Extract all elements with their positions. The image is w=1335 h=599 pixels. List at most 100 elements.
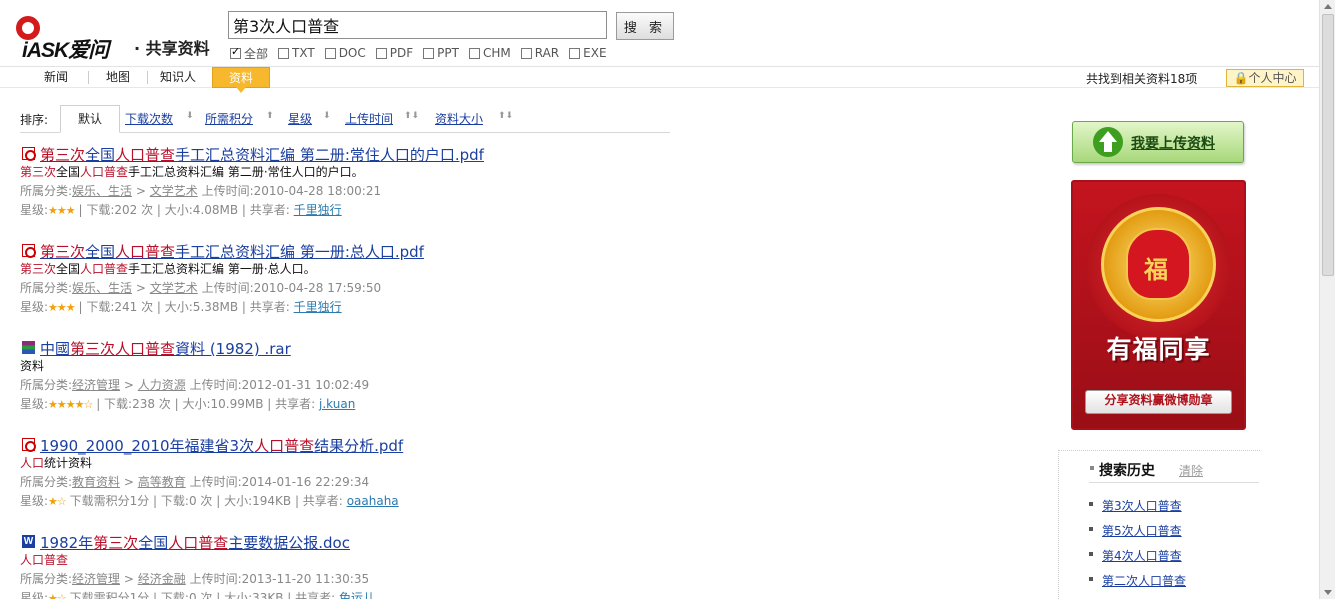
tab-map[interactable]: 地图	[95, 67, 141, 88]
history-link[interactable]: 第二次人口普查	[1102, 572, 1186, 589]
sharer-link[interactable]: oaahaha	[347, 494, 399, 508]
filter-label: DOC	[338, 46, 366, 60]
sort-upload-time[interactable]: 上传时间	[345, 110, 393, 127]
promo-share-button[interactable]: 分享资料赢微博勋章	[1085, 390, 1232, 414]
history-bullet	[1090, 466, 1094, 470]
iask-logo[interactable]: iASK爱问 · 共享资料	[16, 14, 221, 66]
filter-ppt[interactable]: PPT	[423, 46, 459, 60]
result-title-link[interactable]: 1990_2000_2010年福建省3次人口普查结果分析.pdf	[40, 435, 403, 456]
filter-label: PDF	[389, 46, 414, 60]
filter-checkbox[interactable]	[375, 47, 387, 59]
title-text: 全国	[85, 243, 116, 261]
filter-checkbox[interactable]	[230, 45, 241, 59]
page: iASK爱问 · 共享资料 搜 索 全部 TXT DOC PDF PPT CHM RAR EX…	[0, 0, 1335, 599]
promo-banner[interactable]: 有福同享 分享资料赢微博勋章	[1071, 180, 1246, 430]
filter-doc[interactable]: DOC	[324, 46, 366, 60]
filter-全部[interactable]: 全部	[230, 45, 268, 62]
category-link[interactable]: 教育资料	[72, 475, 120, 489]
filter-chm[interactable]: CHM	[468, 46, 511, 60]
result-item: 第三次全国人口普查手工汇总资料汇编 第一册:总人口.pdf 第三次全国人口普查手工…	[20, 240, 660, 317]
subcategory-link[interactable]: 文学艺术	[150, 281, 198, 295]
desc-text: 手工汇总资料汇编 第一册·总人口。	[128, 262, 316, 276]
filter-txt[interactable]: TXT	[278, 46, 315, 60]
history-link[interactable]: 第4次人口普查	[1102, 547, 1182, 564]
filter-checkbox[interactable]	[569, 47, 581, 59]
bullet-icon	[1089, 527, 1093, 531]
history-link[interactable]: 第3次人口普查	[1102, 497, 1182, 514]
title-highlight: 第三次	[40, 243, 86, 261]
sort-arrow-icon: ⬇	[186, 111, 194, 121]
title-highlight: 人口普查	[115, 146, 176, 164]
tab-zhishiren[interactable]: 知识人	[152, 67, 204, 88]
result-description: 资料	[20, 357, 660, 376]
result-item: 第三次全国人口普查手工汇总资料汇编 第二册:常住人口的户口.pdf 第三次全国人口…	[20, 143, 660, 220]
filter-checkbox[interactable]	[324, 47, 336, 59]
user-center-button[interactable]: 🔒个人中心	[1226, 69, 1304, 87]
subcategory-link[interactable]: 经济金融	[138, 572, 186, 586]
download-stats: | 下载:241 次 | 大小:5.38MB | 共享者:	[78, 300, 290, 314]
result-category: 所属分类:教育资料 > 高等教育 上传时间:2014-01-16 22:29:3…	[20, 473, 660, 492]
medal-icon	[1101, 207, 1216, 322]
title-highlight: 人口普查	[254, 437, 315, 455]
upload-time: 上传时间:2012-01-31 10:02:49	[189, 378, 370, 392]
category-link[interactable]: 娱乐、生活	[72, 184, 132, 198]
history-clear-link[interactable]: 清除	[1179, 462, 1203, 479]
sharer-link[interactable]: j.kuan	[319, 397, 355, 411]
search-input[interactable]	[228, 11, 607, 39]
category-link[interactable]: 娱乐、生活	[72, 281, 132, 295]
filter-checkbox[interactable]	[278, 47, 290, 59]
result-title-row: W 1982年第三次全国人口普查主要数据公报.doc	[20, 531, 660, 553]
sort-points[interactable]: 所需积分	[205, 110, 253, 127]
search-button[interactable]: 搜 索	[616, 12, 674, 40]
result-description: 人口统计资料	[20, 454, 660, 473]
subcategory-link[interactable]: 高等教育	[138, 475, 186, 489]
scroll-down-icon[interactable]	[1324, 590, 1332, 595]
tab-ziliao[interactable]: 资料	[212, 67, 270, 93]
category-link[interactable]: 经济管理	[72, 378, 120, 392]
sort-rating[interactable]: 星级	[288, 110, 312, 127]
result-title-link[interactable]: 中國第三次人口普查資料 (1982) .rar	[40, 338, 291, 359]
category-link[interactable]: 经济管理	[72, 572, 120, 586]
history-link[interactable]: 第5次人口普查	[1102, 522, 1182, 539]
download-stats: | 下载:202 次 | 大小:4.08MB | 共享者:	[78, 203, 290, 217]
filter-exe[interactable]: EXE	[569, 46, 607, 60]
sort-default-tab[interactable]: 默认	[60, 105, 120, 133]
filter-checkbox[interactable]	[520, 47, 532, 59]
logo-text: iASK爱问	[22, 39, 109, 62]
filter-pdf[interactable]: PDF	[375, 46, 414, 60]
sort-size[interactable]: 资料大小	[435, 110, 483, 127]
desc-text: 手工汇总资料汇编 第二册·常住人口的户口。	[128, 165, 364, 179]
result-stats: 星级:★★★ | 下载:241 次 | 大小:5.38MB | 共享者: 千里独…	[20, 298, 660, 317]
subcategory-link[interactable]: 人力资源	[138, 378, 186, 392]
tab-news[interactable]: 新闻	[30, 67, 82, 88]
title-text: 1982年	[40, 534, 94, 552]
file-type-filters: 全部 TXT DOC PDF PPT CHM RAR EXE	[230, 45, 617, 61]
scrollbar[interactable]	[1319, 0, 1335, 599]
result-title-link[interactable]: 第三次全国人口普查手工汇总资料汇编 第二册:常住人口的户口.pdf	[40, 144, 484, 165]
category-separator: >	[120, 572, 138, 586]
filter-checkbox[interactable]	[423, 47, 435, 59]
scroll-thumb[interactable]	[1322, 14, 1334, 276]
desc-highlight: 人口	[20, 456, 45, 470]
category-separator: >	[120, 378, 138, 392]
filter-checkbox[interactable]	[468, 47, 480, 59]
result-title-link[interactable]: 第三次全国人口普查手工汇总资料汇编 第一册:总人口.pdf	[40, 241, 424, 262]
filter-rar[interactable]: RAR	[520, 46, 559, 60]
title-highlight: 人口普查	[115, 340, 176, 358]
bullet-icon	[1089, 502, 1093, 506]
result-title-link[interactable]: 1982年第三次全国人口普查主要数据公报.doc	[40, 532, 350, 553]
sort-arrow-icon: ⬆⬇	[498, 111, 514, 121]
filter-label: PPT	[437, 46, 459, 60]
download-stats: 下载需积分1分 | 下载:0 次 | 大小:33KB | 共享者:	[69, 591, 336, 599]
sort-downloads[interactable]: 下载次数	[125, 110, 173, 127]
upload-button[interactable]: 我要上传资料	[1072, 121, 1244, 163]
scroll-up-icon[interactable]	[1324, 4, 1332, 9]
bullet-icon	[1089, 552, 1093, 556]
sharer-link[interactable]: 千里独行	[294, 203, 342, 217]
sharer-link[interactable]: 千里独行	[294, 300, 342, 314]
logo-subtitle: · 共享资料	[134, 39, 210, 58]
subcategory-link[interactable]: 文学艺术	[150, 184, 198, 198]
result-stats: 星级:★★★★☆ | 下载:238 次 | 大小:10.99MB | 共享者: …	[20, 395, 660, 414]
sharer-link[interactable]: 免运儿	[339, 591, 375, 599]
star-rating-icon: ★☆	[48, 592, 67, 599]
